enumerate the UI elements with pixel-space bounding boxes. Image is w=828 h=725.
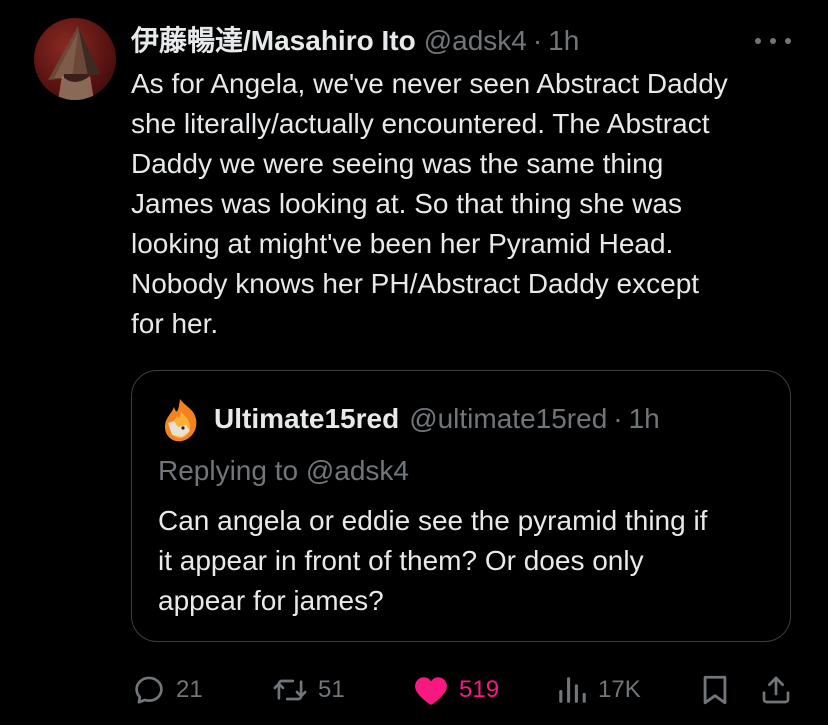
tweet-text-line: looking at might've been her Pyramid Hea… <box>131 228 674 259</box>
quote-header: Ultimate15red @ultimate15red · 1h <box>214 399 660 439</box>
views-button[interactable]: 17K <box>556 668 641 712</box>
bookmark-button[interactable] <box>700 668 730 712</box>
like-button[interactable]: 519 <box>413 668 499 712</box>
retweet-count: 51 <box>318 676 345 703</box>
quote-header-separator: · <box>613 403 623 434</box>
more-dot <box>755 38 761 44</box>
tweet[interactable]: 伊藤暢達/Masahiro Ito @adsk4 · 1h As for Ang… <box>0 0 828 725</box>
tweet-text-line: Nobody knows her PH/Abstract Daddy excep… <box>131 268 700 299</box>
quote-author-avatar[interactable] <box>160 397 202 443</box>
retweet-button[interactable]: 51 <box>272 668 345 712</box>
reply-button[interactable]: 21 <box>132 668 203 712</box>
quoted-tweet[interactable]: Ultimate15red @ultimate15red · 1h Replyi… <box>131 370 791 642</box>
quote-text-line: it appear in front of them? Or does only <box>158 545 644 576</box>
quote-replying-to: Replying to @adsk4 <box>158 455 410 486</box>
quote-text-line: appear for james? <box>158 585 384 616</box>
retweet-icon <box>273 679 307 701</box>
author-avatar[interactable] <box>34 18 116 100</box>
tweet-text-line: As for Angela, we've never seen Abstract… <box>131 68 728 99</box>
like-count: 519 <box>459 676 500 703</box>
flame-avatar-icon <box>164 399 197 442</box>
tweet-text-line: she literally/actually encountered. The … <box>131 108 710 139</box>
pyramid-head-avatar-icon <box>48 26 100 100</box>
quote-text: Can angela or eddie see the pyramid thin… <box>158 501 768 621</box>
share-icon <box>762 676 790 704</box>
more-dot <box>785 38 791 44</box>
bookmark-icon <box>703 675 727 705</box>
views-count: 17K <box>598 676 641 703</box>
share-button[interactable] <box>760 668 792 712</box>
tweet-header: 伊藤暢達/Masahiro Ito @adsk4 · 1h <box>131 22 579 60</box>
quote-author-handle[interactable]: @ultimate15red <box>409 403 607 435</box>
more-dot <box>770 38 776 44</box>
views-icon <box>559 677 586 703</box>
tweet-text-line: for her. <box>131 308 219 339</box>
tweet-text-line: James was looking at. So that thing she … <box>131 188 682 219</box>
author-handle[interactable]: @adsk4 <box>424 22 527 60</box>
author-display-name[interactable]: 伊藤暢達/Masahiro Ito <box>131 22 416 60</box>
quote-timestamp[interactable]: 1h <box>629 403 660 435</box>
heart-icon <box>415 677 447 705</box>
header-separator: · <box>532 25 543 56</box>
more-dots-icon[interactable] <box>755 30 791 52</box>
quote-text-line: Can angela or eddie see the pyramid thin… <box>158 505 708 536</box>
quote-author-display-name[interactable]: Ultimate15red <box>214 403 399 435</box>
tweet-timestamp[interactable]: 1h <box>548 22 579 60</box>
tweet-text: As for Angela, we've never seen Abstract… <box>131 64 801 344</box>
reply-icon <box>135 676 163 704</box>
tweet-text-line: Daddy we were seeing was the same thing <box>131 148 664 179</box>
reply-count: 21 <box>176 676 203 703</box>
action-bar: 21 51 519 17K <box>0 668 828 712</box>
